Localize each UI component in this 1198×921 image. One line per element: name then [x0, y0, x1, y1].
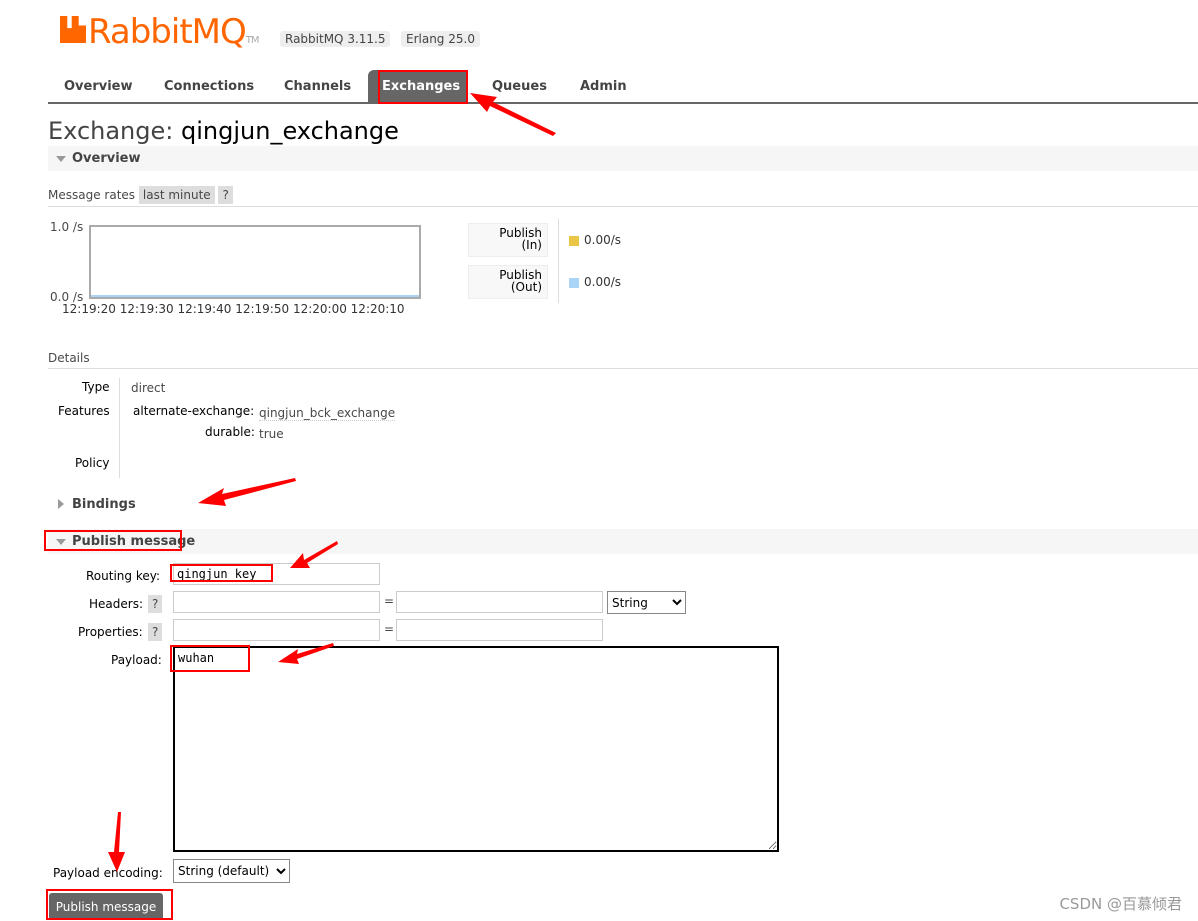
- arrow-icon: [198, 478, 296, 506]
- watermark: CSDN @百慕倾君: [1059, 895, 1182, 913]
- arrow-icon: [470, 93, 556, 136]
- arrow-icon: [290, 541, 338, 568]
- arrow-icon: [278, 643, 334, 664]
- annotation-arrows: [108, 93, 556, 872]
- arrow-icon: [108, 812, 125, 872]
